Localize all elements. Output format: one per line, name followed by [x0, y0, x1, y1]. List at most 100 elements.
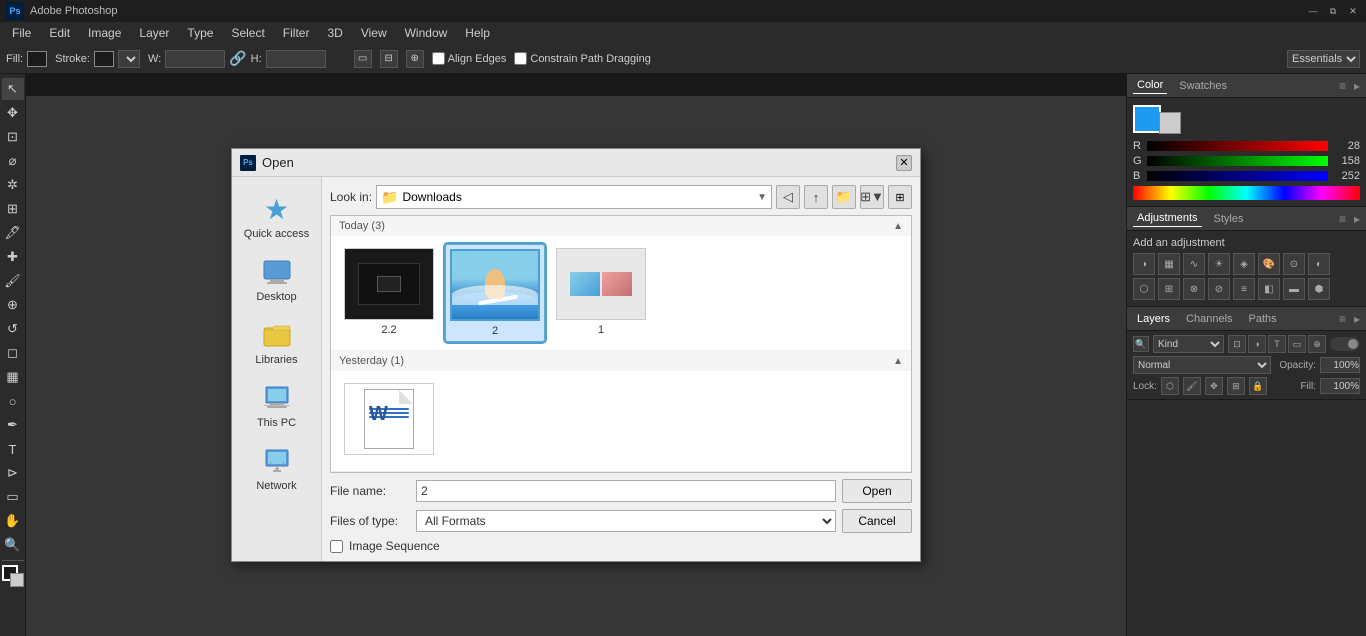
zoom-tool[interactable]: 🔍: [2, 534, 24, 556]
lock-paint-icon[interactable]: 🖌: [1183, 377, 1201, 395]
h-input[interactable]: [266, 50, 326, 68]
menu-3d[interactable]: 3D: [319, 24, 350, 42]
minimize-btn[interactable]: —: [1306, 4, 1320, 18]
paths-tab[interactable]: Paths: [1245, 311, 1281, 327]
heal-tool[interactable]: ✚: [2, 246, 24, 268]
select-tool[interactable]: ↖: [2, 78, 24, 100]
cancel-button[interactable]: Cancel: [842, 509, 912, 533]
layers-panel-menu[interactable]: ≡: [1339, 312, 1346, 326]
crop-tool[interactable]: ⊞: [2, 198, 24, 220]
open-button[interactable]: Open: [842, 479, 912, 503]
file-item-1[interactable]: 1: [551, 244, 651, 342]
menu-filter[interactable]: Filter: [275, 24, 318, 42]
history-tool[interactable]: ↺: [2, 318, 24, 340]
adj-brightness[interactable]: ◑: [1133, 253, 1155, 275]
filter-type-icon[interactable]: T: [1268, 335, 1286, 353]
image-sequence-checkbox[interactable]: [330, 540, 343, 553]
move-tool[interactable]: ✥: [2, 102, 24, 124]
sidebar-this-pc[interactable]: This PC: [237, 376, 317, 435]
up-btn[interactable]: ↑: [804, 185, 828, 209]
g-bar[interactable]: [1147, 156, 1328, 166]
stroke-select[interactable]: [118, 50, 140, 68]
close-btn[interactable]: ✕: [1346, 4, 1360, 18]
adj-levels[interactable]: ▦: [1158, 253, 1180, 275]
foreground-swatch[interactable]: [1133, 105, 1161, 133]
shape-align-btn[interactable]: ⊟: [380, 50, 398, 68]
restore-btn[interactable]: ⧉: [1326, 4, 1340, 18]
align-edges-check[interactable]: Align Edges: [432, 52, 507, 65]
adj-channelmixer[interactable]: ⊞: [1158, 278, 1180, 300]
b-bar[interactable]: [1147, 171, 1328, 181]
lookin-select[interactable]: 📁 Downloads ▼: [376, 185, 772, 209]
color-tools[interactable]: [2, 565, 24, 587]
dodge-tool[interactable]: ○: [2, 390, 24, 412]
background-swatch[interactable]: [1159, 112, 1181, 134]
layers-panel-collapse[interactable]: ▸: [1354, 312, 1360, 326]
color-panel-collapse[interactable]: ▸: [1354, 79, 1360, 93]
filter-smart-icon[interactable]: ⊕: [1308, 335, 1326, 353]
menu-file[interactable]: File: [4, 24, 39, 42]
adj-panel-menu[interactable]: ≡: [1339, 212, 1346, 226]
menu-window[interactable]: Window: [397, 24, 456, 42]
adj-selective-color[interactable]: ⬢: [1308, 278, 1330, 300]
adj-gradient-map[interactable]: ▬: [1283, 278, 1305, 300]
menu-view[interactable]: View: [353, 24, 395, 42]
shape-tool[interactable]: ▭: [2, 486, 24, 508]
magic-wand-tool[interactable]: ✲: [2, 174, 24, 196]
file-item-22[interactable]: 2.2: [339, 244, 439, 342]
lock-move-icon[interactable]: ✥: [1205, 377, 1223, 395]
r-bar[interactable]: [1147, 141, 1328, 151]
back-btn[interactable]: ◁: [776, 185, 800, 209]
menu-select[interactable]: Select: [223, 24, 272, 42]
adj-colorbalance[interactable]: ⊙: [1283, 253, 1305, 275]
adj-curves[interactable]: ∿: [1183, 253, 1205, 275]
hand-tool[interactable]: ✋: [2, 510, 24, 532]
stroke-swatch[interactable]: [94, 51, 114, 67]
lock-transparent-icon[interactable]: ⬡: [1161, 377, 1179, 395]
adj-photofilter[interactable]: ⬡: [1133, 278, 1155, 300]
blend-mode-select[interactable]: Normal: [1133, 356, 1271, 374]
create-folder-btn[interactable]: 📁: [832, 185, 856, 209]
gradient-tool[interactable]: ▦: [2, 366, 24, 388]
opacity-input[interactable]: [1320, 357, 1360, 373]
adj-hue[interactable]: 🎨: [1258, 253, 1280, 275]
swatches-tab[interactable]: Swatches: [1175, 78, 1231, 94]
new-folder-btn[interactable]: ⊞: [888, 185, 912, 209]
menu-edit[interactable]: Edit: [41, 24, 78, 42]
w-input[interactable]: [165, 50, 225, 68]
sidebar-desktop[interactable]: Desktop: [237, 250, 317, 309]
constrain-check[interactable]: Constrain Path Dragging: [514, 52, 650, 65]
dialog-close-btn[interactable]: ✕: [896, 155, 912, 171]
layers-tab[interactable]: Layers: [1133, 311, 1174, 327]
layers-search-icon[interactable]: 🔍: [1133, 336, 1149, 352]
marquee-tool[interactable]: ⊡: [2, 126, 24, 148]
yesterday-group-toggle[interactable]: ▲: [893, 356, 903, 367]
kind-select[interactable]: Kind: [1153, 335, 1224, 353]
lock-artboard-icon[interactable]: ⊞: [1227, 377, 1245, 395]
lock-all-icon[interactable]: 🔒: [1249, 377, 1267, 395]
lasso-tool[interactable]: ⌀: [2, 150, 24, 172]
shape-stack-btn[interactable]: ⊕: [406, 50, 424, 68]
adj-exposure[interactable]: ☀: [1208, 253, 1230, 275]
type-tool[interactable]: T: [2, 438, 24, 460]
color-tab[interactable]: Color: [1133, 77, 1167, 94]
sidebar-libraries[interactable]: Libraries: [237, 313, 317, 372]
sidebar-quick-access[interactable]: ★ Quick access: [237, 187, 317, 246]
channels-tab[interactable]: Channels: [1182, 311, 1236, 327]
menu-type[interactable]: Type: [179, 24, 221, 42]
clone-tool[interactable]: ⊕: [2, 294, 24, 316]
adj-invert[interactable]: ⊘: [1208, 278, 1230, 300]
today-group-toggle[interactable]: ▲: [893, 221, 903, 232]
eyedropper-tool[interactable]: 🖋: [2, 222, 24, 244]
eraser-tool[interactable]: ◻: [2, 342, 24, 364]
filter-adj-icon[interactable]: ◑: [1248, 335, 1266, 353]
adj-posterize[interactable]: ≡: [1233, 278, 1255, 300]
essentials-select[interactable]: Essentials: [1287, 50, 1360, 68]
adj-threshold[interactable]: ◧: [1258, 278, 1280, 300]
filter-pixel-icon[interactable]: ⊡: [1228, 335, 1246, 353]
adj-panel-collapse[interactable]: ▸: [1354, 212, 1360, 226]
spectrum-bar[interactable]: [1133, 186, 1360, 200]
brush-tool[interactable]: 🖌: [2, 270, 24, 292]
adjustments-tab[interactable]: Adjustments: [1133, 210, 1202, 227]
shape-rect-btn[interactable]: ▭: [354, 50, 372, 68]
